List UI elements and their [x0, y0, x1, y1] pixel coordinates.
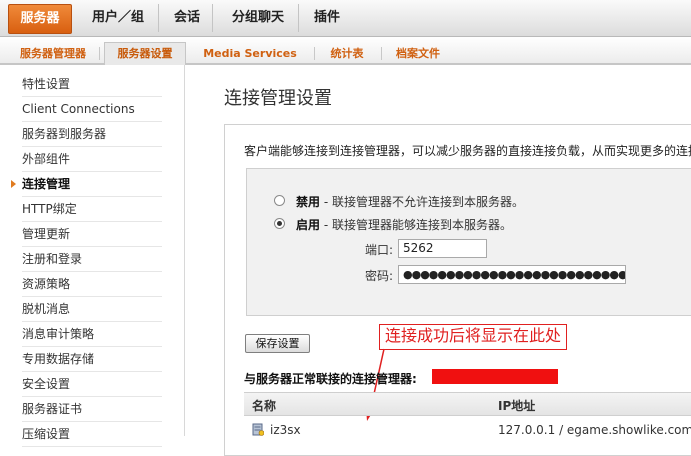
sidebar: 特性设置 Client Connections 服务器到服务器 外部组件 连接管… — [0, 65, 185, 447]
top-nav: 服务器 用户／组 会话 分组聊天 插件 — [0, 0, 691, 37]
tab-plugins[interactable]: 插件 — [302, 4, 352, 32]
sidebar-item-connection-manager[interactable]: 连接管理 — [22, 172, 162, 197]
sidebar-item-client-connections[interactable]: Client Connections — [22, 97, 162, 122]
enable-radio[interactable] — [274, 218, 285, 229]
subtab-archive-files[interactable]: 档案文件 — [388, 44, 448, 63]
table-row-name: iz3sx — [270, 423, 301, 437]
sidebar-item-manage-updates[interactable]: 管理更新 — [22, 222, 162, 247]
annotation-callout: 连接成功后将显示在此处 — [379, 324, 568, 350]
subnav-divider — [381, 47, 382, 60]
sidebar-item-server-certificates[interactable]: 服务器证书 — [22, 397, 162, 422]
disable-option: 禁用 - 联接管理器不允许连接到本服务器。 — [296, 193, 524, 210]
tab-sessions[interactable]: 会话 — [162, 4, 213, 32]
port-label: 端口: — [365, 243, 394, 257]
password-input[interactable]: ●●●●●●●●●●●●●●●●●●●●●●●●●●●●●●●●●●●●●●●●… — [398, 265, 626, 284]
sidebar-item-features[interactable]: 特性设置 — [22, 72, 162, 97]
enable-option: 启用 - 联接管理器能够连接到本服务器。 — [296, 216, 512, 233]
sidebar-item-resource-policy[interactable]: 资源策略 — [22, 272, 162, 297]
password-label: 密码: — [365, 269, 394, 283]
sidebar-item-server-to-server[interactable]: 服务器到服务器 — [22, 122, 162, 147]
connections-table: 名称 IP地址 iz3sx 127.0.0.1 / egame.showlike… — [244, 392, 691, 437]
sidebar-item-offline-messages[interactable]: 脱机消息 — [22, 297, 162, 322]
redaction-block — [432, 369, 558, 384]
enable-label: 启用 — [296, 218, 321, 232]
page-description: 客户端能够连接到连接管理器，可以减少服务器的直接连接负载，从而实现更多的连接 — [244, 144, 691, 158]
server-icon — [252, 423, 264, 436]
enable-desc: - 联接管理器能够连接到本服务器。 — [320, 218, 512, 232]
sidebar-item-external-components[interactable]: 外部组件 — [22, 147, 162, 172]
disable-radio[interactable] — [274, 195, 285, 206]
sidebar-item-security-settings[interactable]: 安全设置 — [22, 372, 162, 397]
disable-desc: - 联接管理器不允许连接到本服务器。 — [320, 195, 524, 209]
sidebar-item-private-storage[interactable]: 专用数据存储 — [22, 347, 162, 372]
page-title: 连接管理设置 — [224, 88, 332, 109]
tab-server[interactable]: 服务器 — [8, 4, 72, 34]
tab-group-chat[interactable]: 分组聊天 — [218, 4, 299, 32]
col-header-name: 名称 — [252, 399, 277, 413]
save-settings-button[interactable]: 保存设置 — [245, 334, 310, 353]
sidebar-item-http-binding[interactable]: HTTP绑定 — [22, 197, 162, 222]
connected-managers-label: 与服务器正常联接的连接管理器: — [244, 372, 417, 386]
subtab-server-settings[interactable]: 服务器设置 — [104, 42, 186, 65]
active-arrow-icon — [11, 180, 16, 188]
port-input[interactable]: 5262 — [398, 239, 487, 258]
sidebar-item-message-audit[interactable]: 消息审计策略 — [22, 322, 162, 347]
col-header-ip: IP地址 — [498, 399, 536, 413]
subtab-statistics[interactable]: 统计表 — [322, 44, 372, 63]
subtab-server-manager[interactable]: 服务器管理器 — [12, 44, 94, 63]
sidebar-item-compression-settings[interactable]: 压缩设置 — [22, 422, 162, 447]
disable-label: 禁用 — [296, 195, 321, 209]
sub-nav: 服务器管理器 服务器设置 Media Services 统计表 档案文件 — [0, 37, 691, 65]
table-row-ip: 127.0.0.1 / egame.showlike.com — [498, 423, 691, 437]
sidebar-item-registration-login[interactable]: 注册和登录 — [22, 247, 162, 272]
subtab-media-services[interactable]: Media Services — [194, 44, 306, 63]
subnav-divider — [99, 47, 100, 60]
table-header: 名称 IP地址 — [244, 393, 691, 416]
subnav-divider — [314, 47, 315, 60]
tab-users-groups[interactable]: 用户／组 — [78, 4, 159, 32]
